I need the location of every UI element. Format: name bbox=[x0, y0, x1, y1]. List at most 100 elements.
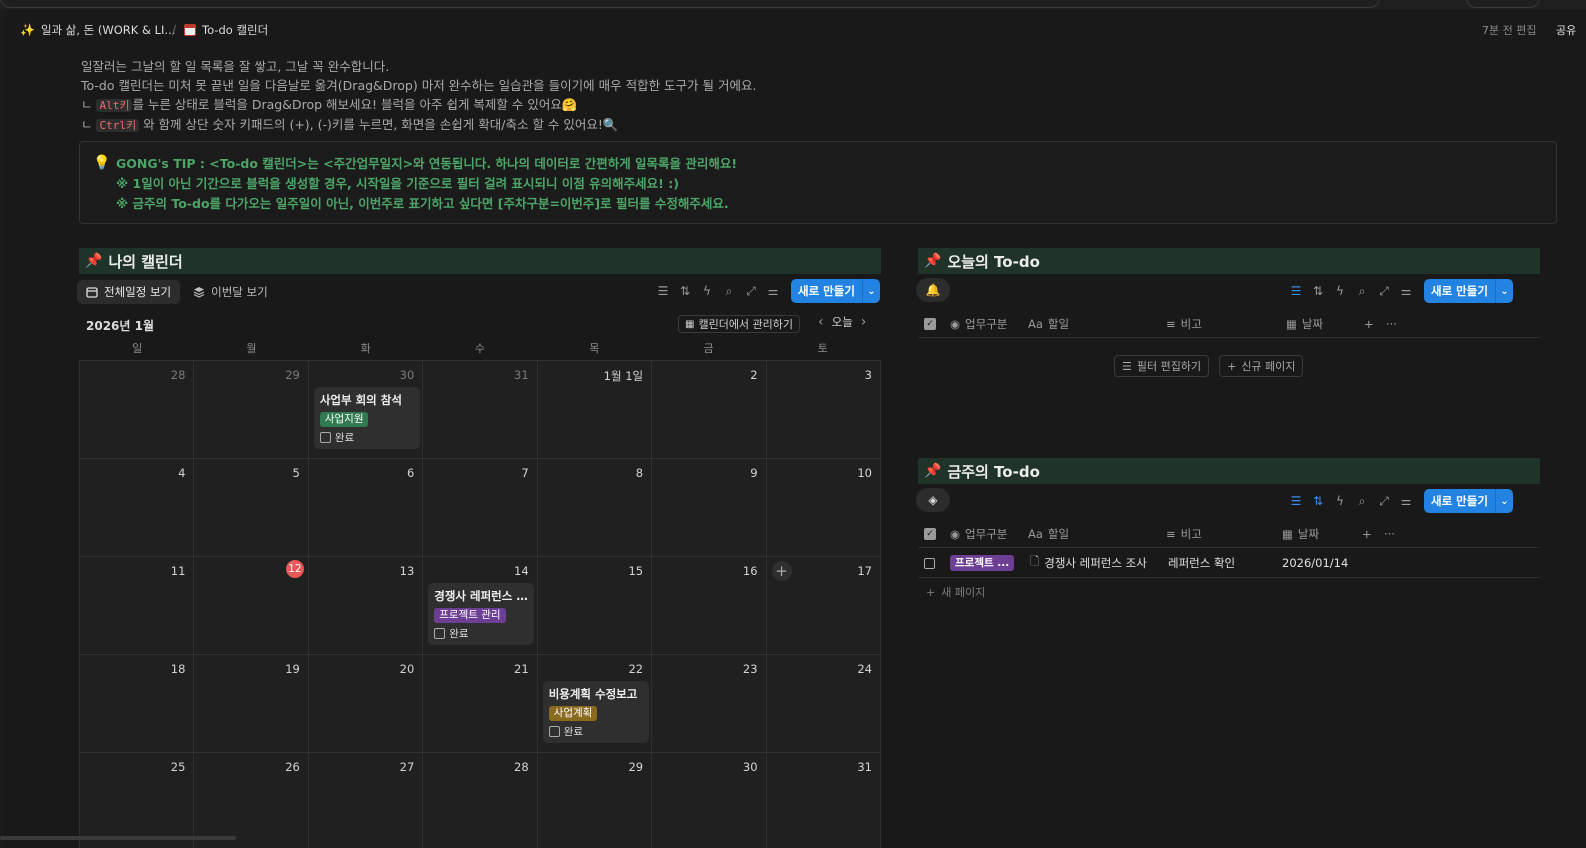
search-icon[interactable]: ⌕ bbox=[1354, 283, 1370, 299]
add-column-icon[interactable]: + bbox=[1364, 310, 1374, 338]
calendar-day[interactable]: 19 bbox=[194, 655, 309, 753]
calendar-day[interactable]: 7 bbox=[423, 459, 538, 557]
bell-view-tab[interactable]: 🔔 bbox=[916, 278, 950, 302]
row-date[interactable]: 2026/01/14 bbox=[1282, 548, 1348, 578]
filter-icon[interactable]: ☰ bbox=[1288, 493, 1304, 509]
calendar-day[interactable]: 18 bbox=[80, 655, 195, 753]
calendar-day[interactable]: 30 bbox=[652, 753, 767, 848]
row-checkbox[interactable] bbox=[924, 548, 935, 578]
calendar-day[interactable]: 30 사업부 회의 참석 사업지원 완료 bbox=[308, 361, 424, 459]
tab-all-schedule[interactable]: 전체일정 보기 bbox=[77, 280, 181, 304]
calendar-day[interactable]: +17 bbox=[766, 557, 881, 655]
new-page-button[interactable]: + 신규 페이지 bbox=[1219, 355, 1304, 377]
more-options-icon[interactable]: ··· bbox=[1384, 520, 1395, 548]
calendar-day[interactable]: 21 bbox=[423, 655, 538, 753]
add-event-icon[interactable]: + bbox=[771, 561, 792, 581]
week-new-button[interactable]: 새로 만들기 ⌄ bbox=[1424, 489, 1513, 513]
col-task[interactable]: Aa 할일 bbox=[1028, 310, 1069, 338]
search-icon[interactable]: ⌕ bbox=[721, 283, 737, 299]
calendar-day[interactable]: 1월 1일 bbox=[537, 361, 653, 459]
col-category[interactable]: ◉ 업무구분 bbox=[950, 310, 1007, 338]
sort-icon[interactable]: ⇅ bbox=[677, 283, 693, 299]
settings-sliders-icon[interactable]: ⚌ bbox=[1398, 283, 1414, 299]
calendar-day[interactable]: 13 bbox=[308, 557, 424, 655]
col-note[interactable]: ≡ 비고 bbox=[1166, 520, 1202, 548]
layers-view-tab[interactable]: ◈ bbox=[916, 488, 950, 512]
expand-icon[interactable]: ⤢ bbox=[743, 283, 759, 299]
col-date[interactable]: ▦ 날짜 bbox=[1286, 310, 1323, 338]
lightning-icon[interactable]: ϟ bbox=[1332, 283, 1348, 299]
calendar-day-today[interactable]: 12 bbox=[194, 557, 309, 655]
calendar-day[interactable]: 3 bbox=[766, 361, 881, 459]
today-new-button[interactable]: 새로 만들기 ⌄ bbox=[1424, 279, 1513, 303]
calendar-day[interactable]: 6 bbox=[308, 459, 424, 557]
expand-icon[interactable]: ⤢ bbox=[1376, 493, 1392, 509]
tab-this-month[interactable]: 이번달 보기 bbox=[184, 280, 277, 304]
calendar-new-button[interactable]: 새로 만들기 ⌄ bbox=[791, 279, 880, 303]
horizontal-scrollbar[interactable] bbox=[0, 836, 236, 840]
settings-sliders-icon[interactable]: ⚌ bbox=[765, 283, 781, 299]
calendar-day[interactable]: 9 bbox=[652, 459, 767, 557]
calendar-day[interactable]: 16 bbox=[652, 557, 767, 655]
row-note[interactable]: 레퍼런스 확인 bbox=[1168, 548, 1235, 578]
checkbox[interactable] bbox=[319, 432, 331, 443]
col-task[interactable]: Aa 할일 bbox=[1028, 520, 1069, 548]
checkbox[interactable] bbox=[434, 628, 446, 639]
share-button[interactable]: 공유 bbox=[1556, 22, 1576, 38]
checkbox[interactable] bbox=[924, 557, 935, 569]
filter-icon[interactable]: ☰ bbox=[1288, 283, 1304, 299]
calendar-day[interactable]: 29 bbox=[537, 753, 653, 848]
calendar-day[interactable]: 26 bbox=[194, 753, 309, 848]
calendar-day[interactable]: 23 bbox=[652, 655, 767, 753]
chevron-down-icon[interactable]: ⌄ bbox=[1494, 279, 1513, 303]
calendar-day[interactable]: 28 bbox=[423, 753, 538, 848]
expand-icon[interactable]: ⤢ bbox=[1376, 283, 1392, 299]
calendar-day[interactable]: 2 bbox=[652, 361, 767, 459]
event-card[interactable]: 비용계획 수정보고 사업계획 완료 bbox=[542, 681, 649, 743]
checkbox[interactable] bbox=[548, 726, 560, 737]
filter-edit-button[interactable]: ☰ 필터 편집하기 bbox=[1114, 355, 1210, 377]
row-category[interactable]: 프로젝트 ... bbox=[950, 548, 1015, 578]
calendar-day[interactable]: 29 bbox=[194, 361, 309, 459]
calendar-day[interactable]: 20 bbox=[308, 655, 424, 753]
col-date[interactable]: ▦ 날짜 bbox=[1282, 520, 1319, 548]
breadcrumb-workspace[interactable]: ✨ 일과 삶, 돈 (WORK & LI... bbox=[20, 22, 175, 38]
calendar-day[interactable]: 5 bbox=[194, 459, 309, 557]
table-row[interactable]: 프로젝트 ... 🗋 경쟁사 레퍼런스 조사 레퍼런스 확인 2026/01/14 bbox=[918, 548, 1540, 578]
calendar-day[interactable]: 31 bbox=[423, 361, 538, 459]
search-icon[interactable]: ⌕ bbox=[1354, 493, 1370, 509]
event-card[interactable]: 사업부 회의 참석 사업지원 완료 bbox=[313, 387, 420, 449]
calendar-day[interactable]: 24 bbox=[766, 655, 881, 753]
chevron-down-icon[interactable]: ⌄ bbox=[861, 279, 880, 303]
manage-in-calendar-button[interactable]: ▦ 캘린더에서 관리하기 bbox=[678, 315, 801, 333]
select-all-checkbox[interactable]: ✓ bbox=[924, 310, 936, 338]
calendar-day[interactable]: 8 bbox=[537, 459, 653, 557]
calendar-day[interactable]: 10 bbox=[766, 459, 881, 557]
calendar-day[interactable]: 15 bbox=[537, 557, 653, 655]
more-options-icon[interactable]: ··· bbox=[1386, 310, 1397, 338]
calendar-day[interactable]: 22 비용계획 수정보고 사업계획 완료 bbox=[537, 655, 653, 753]
calendar-day[interactable]: 11 bbox=[80, 557, 195, 655]
add-new-page[interactable]: + 새 페이지 bbox=[926, 584, 985, 600]
calendar-day[interactable]: 4 bbox=[80, 459, 195, 557]
sort-icon[interactable]: ⇅ bbox=[1310, 493, 1326, 509]
calendar-day[interactable]: 27 bbox=[308, 753, 424, 848]
chevron-left-icon[interactable]: ‹ bbox=[818, 314, 824, 330]
row-task[interactable]: 🗋 경쟁사 레퍼런스 조사 bbox=[1030, 548, 1147, 578]
col-note[interactable]: ≡ 비고 bbox=[1166, 310, 1202, 338]
filter-icon[interactable]: ☰ bbox=[655, 283, 671, 299]
add-column-icon[interactable]: + bbox=[1362, 520, 1372, 548]
breadcrumb-page[interactable]: To-do 캘린더 bbox=[184, 22, 268, 38]
event-card[interactable]: 경쟁사 레퍼런스 조사 프로젝트 관리 완료 bbox=[428, 583, 535, 645]
calendar-day[interactable]: 31 bbox=[766, 753, 881, 848]
lightning-icon[interactable]: ϟ bbox=[699, 283, 715, 299]
lightning-icon[interactable]: ϟ bbox=[1332, 493, 1348, 509]
sort-icon[interactable]: ⇅ bbox=[1310, 283, 1326, 299]
chevron-right-icon[interactable]: › bbox=[861, 314, 867, 330]
calendar-day[interactable]: 25 bbox=[80, 753, 195, 848]
col-category[interactable]: ◉ 업무구분 bbox=[950, 520, 1007, 548]
settings-sliders-icon[interactable]: ⚌ bbox=[1398, 493, 1414, 509]
today-button[interactable]: 오늘 bbox=[832, 314, 853, 330]
select-all-checkbox[interactable]: ✓ bbox=[924, 520, 936, 548]
calendar-day[interactable]: 28 bbox=[80, 361, 195, 459]
